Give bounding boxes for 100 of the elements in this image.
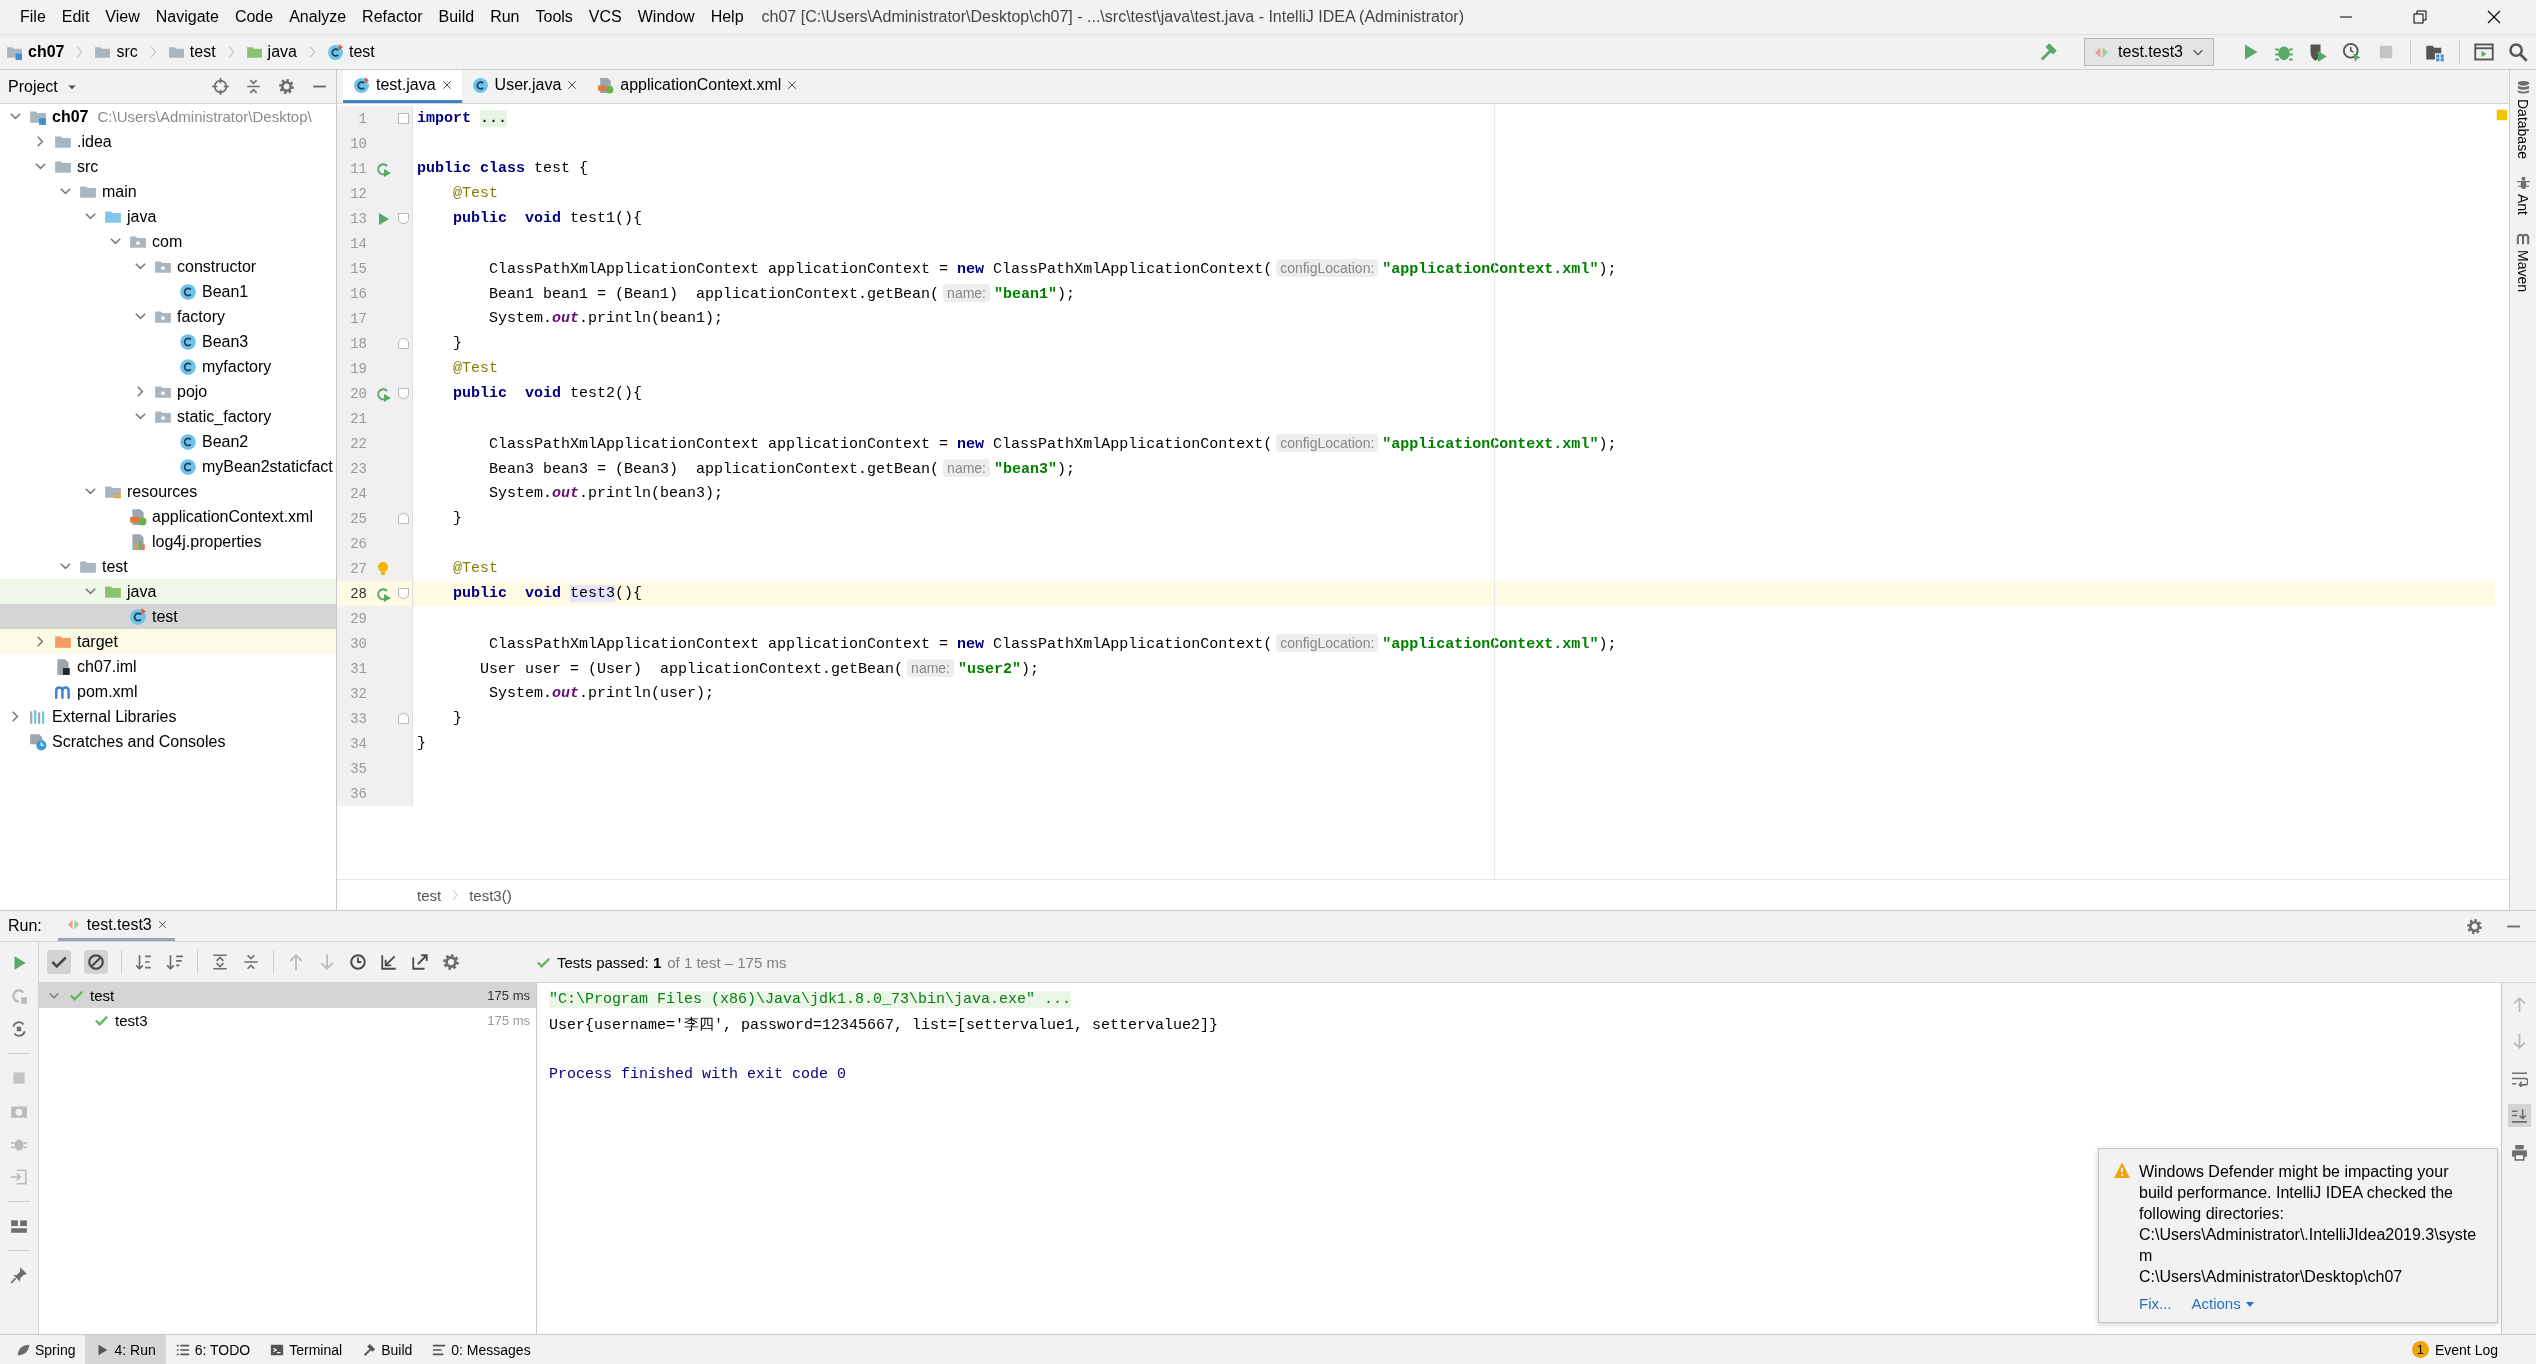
filter-toggle[interactable]	[84, 950, 108, 974]
tree-item[interactable]: resources	[0, 479, 336, 504]
tree-item[interactable]: test	[0, 604, 336, 629]
close-icon[interactable]	[441, 80, 452, 90]
menu-item[interactable]: View	[97, 8, 148, 26]
breadcrumb[interactable]: java	[243, 41, 299, 63]
run-tab[interactable]: test.test3	[57, 911, 175, 941]
hammer-icon[interactable]	[2038, 42, 2059, 62]
search-icon[interactable]	[2508, 42, 2528, 62]
tool-window-button[interactable]: Build	[352, 1335, 423, 1364]
tree-item[interactable]: factory	[0, 304, 336, 329]
editor-tab[interactable]: applicationContext.xml	[587, 70, 808, 103]
rerun-icon[interactable]	[375, 585, 391, 602]
tree-item[interactable]: myfactory	[0, 354, 336, 379]
coverage-icon[interactable]	[2308, 42, 2328, 62]
tree-item[interactable]: pom.xml	[0, 679, 336, 704]
tree-item[interactable]: src	[0, 154, 336, 179]
tree-item[interactable]: java	[0, 204, 336, 229]
restore-icon[interactable]	[2412, 9, 2428, 25]
fold-end-marker[interactable]	[397, 513, 409, 524]
run-window-icon[interactable]	[2474, 42, 2494, 62]
tree-item[interactable]: Bean1	[0, 279, 336, 304]
history-icon[interactable]	[349, 953, 367, 971]
tree-item[interactable]: Scratches and Consoles	[0, 729, 336, 754]
import-icon[interactable]	[380, 953, 398, 971]
tool-window-button[interactable]: Ant	[2515, 174, 2531, 215]
close-icon[interactable]	[567, 80, 578, 90]
tree-item[interactable]: ch07 C:\Users\Administrator\Desktop\	[0, 104, 336, 129]
fold-end-marker[interactable]	[397, 338, 409, 349]
locate-icon[interactable]	[212, 78, 229, 95]
settings-icon[interactable]	[278, 78, 295, 95]
breadcrumb[interactable]: src	[92, 41, 140, 63]
menu-item[interactable]: Build	[430, 8, 483, 26]
pin-icon[interactable]	[10, 1266, 28, 1284]
expand-all-icon[interactable]	[211, 953, 229, 971]
breadcrumb[interactable]: test3()	[469, 886, 512, 904]
menu-item[interactable]: Run	[482, 8, 528, 26]
run-config-dropdown[interactable]: test.test3	[2084, 38, 2214, 66]
export-icon[interactable]	[411, 953, 429, 971]
menu-item[interactable]: Navigate	[147, 8, 227, 26]
tool-window-button[interactable]: 0: Messages	[422, 1335, 541, 1364]
tree-item[interactable]: Bean2	[0, 429, 336, 454]
tree-item[interactable]: applicationContext.xml	[0, 504, 336, 529]
layout-icon[interactable]	[10, 1217, 28, 1235]
tool-window-button[interactable]: 4: Run	[85, 1335, 166, 1364]
tree-item[interactable]: test	[0, 554, 336, 579]
fold-marker[interactable]	[397, 213, 409, 224]
settings-icon[interactable]	[442, 953, 460, 971]
menu-item[interactable]: Help	[702, 8, 752, 26]
fold-expand-marker[interactable]	[397, 113, 409, 124]
fold-marker[interactable]	[397, 588, 409, 599]
breadcrumb[interactable]: test	[165, 41, 218, 63]
event-log-button[interactable]: 1 Event Log	[2411, 1341, 2536, 1358]
collapse-all-icon[interactable]	[242, 953, 260, 971]
tool-window-button[interactable]: Spring	[6, 1335, 86, 1364]
profiler-icon[interactable]	[2342, 42, 2362, 62]
tool-window-button[interactable]: Terminal	[260, 1335, 353, 1364]
fix-link[interactable]: Fix...	[2139, 1295, 2172, 1312]
tree-item[interactable]: main	[0, 179, 336, 204]
tree-item[interactable]: pojo	[0, 379, 336, 404]
tree-item[interactable]: Bean3	[0, 329, 336, 354]
tool-window-button[interactable]: Maven	[2515, 230, 2531, 292]
actions-dropdown-link[interactable]: Actions	[2191, 1295, 2255, 1312]
filter-toggle[interactable]	[47, 950, 71, 974]
tree-item[interactable]: External Libraries	[0, 704, 336, 729]
editor-tab[interactable]: test.java	[343, 70, 462, 103]
fold-end-marker[interactable]	[397, 713, 409, 724]
tool-window-button[interactable]: 6: TODO	[165, 1335, 261, 1364]
breadcrumb[interactable]: test	[324, 41, 377, 63]
settings-icon[interactable]	[2466, 917, 2483, 935]
test-tree-item[interactable]: test 175 ms	[39, 983, 536, 1008]
tree-item[interactable]: myBean2staticfact	[0, 454, 336, 479]
menu-item[interactable]: VCS	[580, 8, 630, 26]
console-tool-button[interactable]	[2507, 1104, 2531, 1127]
rerun-icon[interactable]	[375, 160, 391, 177]
close-icon[interactable]	[2486, 9, 2502, 25]
test-tree-item[interactable]: test3 175 ms	[39, 1008, 536, 1033]
collapse-all-icon[interactable]	[245, 78, 262, 95]
close-icon[interactable]	[787, 80, 798, 90]
fold-marker[interactable]	[397, 388, 409, 399]
tree-item[interactable]: ch07.iml	[0, 654, 336, 679]
menu-item[interactable]: Code	[226, 8, 282, 26]
breadcrumb[interactable]: test	[417, 886, 442, 904]
rerun-icon[interactable]	[375, 385, 391, 402]
tool-window-button[interactable]: Database	[2515, 80, 2531, 159]
tree-item[interactable]: java	[0, 579, 336, 604]
menu-item[interactable]: Edit	[53, 8, 98, 26]
tree-item[interactable]: log4j.properties	[0, 529, 336, 554]
tree-item[interactable]: static_factory	[0, 404, 336, 429]
tree-item[interactable]: target	[0, 629, 336, 654]
sort-icon[interactable]	[135, 953, 153, 971]
tree-item[interactable]: .idea	[0, 129, 336, 154]
breadcrumb[interactable]: ch07	[4, 41, 67, 63]
menu-item[interactable]: Tools	[527, 8, 581, 26]
auto-rerun-icon[interactable]	[10, 1020, 28, 1038]
menu-item[interactable]: Analyze	[281, 8, 355, 26]
panel-title-dropdown[interactable]: Project	[8, 77, 78, 96]
tree-item[interactable]: com	[0, 229, 336, 254]
sort-duration-icon[interactable]	[166, 953, 184, 971]
editor-tab[interactable]: User.java	[461, 70, 588, 103]
